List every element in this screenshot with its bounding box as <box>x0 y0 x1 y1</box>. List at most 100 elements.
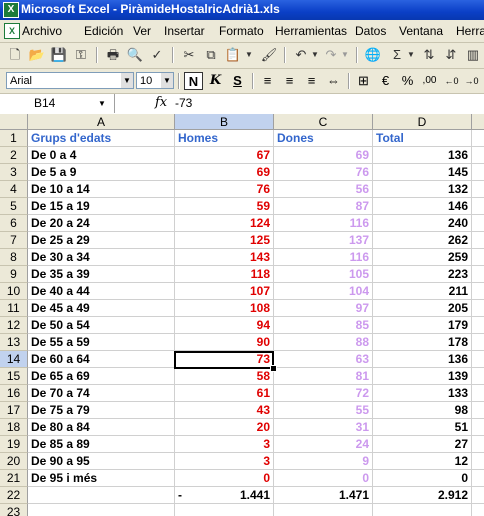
men-cell[interactable]: 20 <box>175 419 274 436</box>
menu-overflow[interactable]: Herra <box>456 24 484 38</box>
empty-cell[interactable] <box>28 504 175 516</box>
men-cell[interactable]: 61 <box>175 385 274 402</box>
decrease-decimal-icon[interactable]: →0 <box>462 72 481 90</box>
total-cell[interactable]: 178 <box>373 334 472 351</box>
format-painter-icon[interactable]: 🖌 <box>260 46 278 64</box>
menu-formato[interactable]: Formato <box>219 24 264 38</box>
age-group-cell[interactable]: De 95 i més <box>28 470 175 487</box>
autosum-icon[interactable]: Σ <box>388 46 406 64</box>
chevron-down-icon[interactable]: ▼ <box>98 94 106 113</box>
total-all-cell[interactable]: 2.912 <box>373 487 472 504</box>
women-cell[interactable]: 116 <box>274 215 373 232</box>
insert-function-icon[interactable]: fx <box>155 95 167 110</box>
fill-handle[interactable] <box>270 365 277 372</box>
age-group-cell[interactable]: De 75 a 79 <box>28 402 175 419</box>
men-cell[interactable]: 94 <box>175 317 274 334</box>
empty-cell[interactable] <box>472 385 484 402</box>
font-size-combo[interactable]: 10 ▼ <box>136 72 174 89</box>
age-group-cell[interactable]: De 60 a 64 <box>28 351 175 368</box>
empty-cell[interactable] <box>28 487 175 504</box>
women-cell[interactable]: 9 <box>274 453 373 470</box>
row-header[interactable]: 13 <box>0 334 28 351</box>
spelling-icon[interactable]: ✓ <box>148 46 166 64</box>
chevron-down-icon[interactable]: ▼ <box>121 73 133 88</box>
euro-button[interactable]: € <box>376 72 395 90</box>
women-cell[interactable]: 85 <box>274 317 373 334</box>
women-cell[interactable]: 116 <box>274 249 373 266</box>
women-cell[interactable]: 55 <box>274 402 373 419</box>
men-cell[interactable]: 69 <box>175 164 274 181</box>
women-cell[interactable]: 69 <box>274 147 373 164</box>
age-group-cell[interactable]: De 20 a 24 <box>28 215 175 232</box>
men-cell[interactable]: 108 <box>175 300 274 317</box>
menu-herramientas[interactable]: Herramientas <box>275 24 347 38</box>
women-cell[interactable]: 24 <box>274 436 373 453</box>
empty-cell[interactable] <box>472 181 484 198</box>
workbook-icon[interactable]: X <box>4 23 20 39</box>
chart-wizard-icon[interactable]: ▥ <box>464 46 482 64</box>
align-right-icon[interactable]: ≡ <box>302 72 321 90</box>
header-cell-total[interactable]: Total <box>373 130 472 147</box>
total-cell[interactable]: 27 <box>373 436 472 453</box>
row-header[interactable]: 17 <box>0 402 28 419</box>
undo-dropdown-icon[interactable]: ▼ <box>310 46 320 64</box>
age-group-cell[interactable]: De 50 a 54 <box>28 317 175 334</box>
select-all-corner[interactable] <box>0 114 28 130</box>
row-header[interactable]: 5 <box>0 198 28 215</box>
women-cell[interactable]: 31 <box>274 419 373 436</box>
men-cell[interactable]: 67 <box>175 147 274 164</box>
men-cell[interactable]: 76 <box>175 181 274 198</box>
age-group-cell[interactable]: De 90 a 95 <box>28 453 175 470</box>
empty-cell[interactable] <box>472 470 484 487</box>
total-cell[interactable]: 136 <box>373 147 472 164</box>
total-cell[interactable]: 146 <box>373 198 472 215</box>
open-folder-icon[interactable]: 📂 <box>28 46 46 64</box>
age-group-cell[interactable]: De 10 a 14 <box>28 181 175 198</box>
row-header[interactable]: 14 <box>0 351 28 368</box>
empty-cell[interactable] <box>373 504 472 516</box>
name-box[interactable]: B14 ▼ <box>0 94 115 113</box>
underline-button[interactable]: S <box>228 72 247 90</box>
header-cell-women[interactable]: Dones <box>274 130 373 147</box>
men-cell[interactable]: 118 <box>175 266 274 283</box>
men-cell[interactable]: 125 <box>175 232 274 249</box>
men-cell[interactable]: 0 <box>175 470 274 487</box>
new-file-icon[interactable]: 🗋 <box>6 46 24 64</box>
women-cell[interactable]: 97 <box>274 300 373 317</box>
sort-descending-icon[interactable]: ⇵ <box>442 46 460 64</box>
copy-icon[interactable]: ⧉ <box>202 46 220 64</box>
formula-input[interactable]: -73 <box>175 96 192 110</box>
empty-cell[interactable] <box>472 453 484 470</box>
total-cell[interactable]: 145 <box>373 164 472 181</box>
font-name-combo[interactable]: Arial ▼ <box>6 72 134 89</box>
men-cell[interactable]: 59 <box>175 198 274 215</box>
row-header[interactable]: 4 <box>0 181 28 198</box>
empty-cell[interactable] <box>472 249 484 266</box>
spreadsheet-grid[interactable]: A B C D 1 Grups d'edats Homes Dones Tota… <box>0 114 484 516</box>
row-header[interactable]: 22 <box>0 487 28 504</box>
empty-cell[interactable] <box>472 487 484 504</box>
total-cell[interactable]: 133 <box>373 385 472 402</box>
total-cell[interactable]: 179 <box>373 317 472 334</box>
print-icon[interactable]: 🖶 <box>104 46 122 64</box>
row-header[interactable]: 8 <box>0 249 28 266</box>
age-group-cell[interactable]: De 30 a 34 <box>28 249 175 266</box>
row-header[interactable]: 7 <box>0 232 28 249</box>
total-cell[interactable]: 132 <box>373 181 472 198</box>
men-cell[interactable]: 107 <box>175 283 274 300</box>
empty-cell[interactable] <box>472 283 484 300</box>
women-cell[interactable]: 81 <box>274 368 373 385</box>
empty-cell[interactable] <box>472 215 484 232</box>
menu-insertar[interactable]: Insertar <box>164 24 205 38</box>
paste-dropdown-icon[interactable]: ▼ <box>244 46 254 64</box>
row-header[interactable]: 10 <box>0 283 28 300</box>
redo-dropdown-icon[interactable]: ▼ <box>340 46 350 64</box>
empty-cell[interactable] <box>274 504 373 516</box>
align-center-icon[interactable]: ≡ <box>280 72 299 90</box>
header-cell-age-groups[interactable]: Grups d'edats <box>28 130 175 147</box>
redo-icon[interactable]: ↷ <box>322 46 340 64</box>
empty-cell[interactable] <box>472 266 484 283</box>
column-header-c[interactable]: C <box>274 114 373 130</box>
total-cell[interactable]: 205 <box>373 300 472 317</box>
age-group-cell[interactable]: De 55 a 59 <box>28 334 175 351</box>
